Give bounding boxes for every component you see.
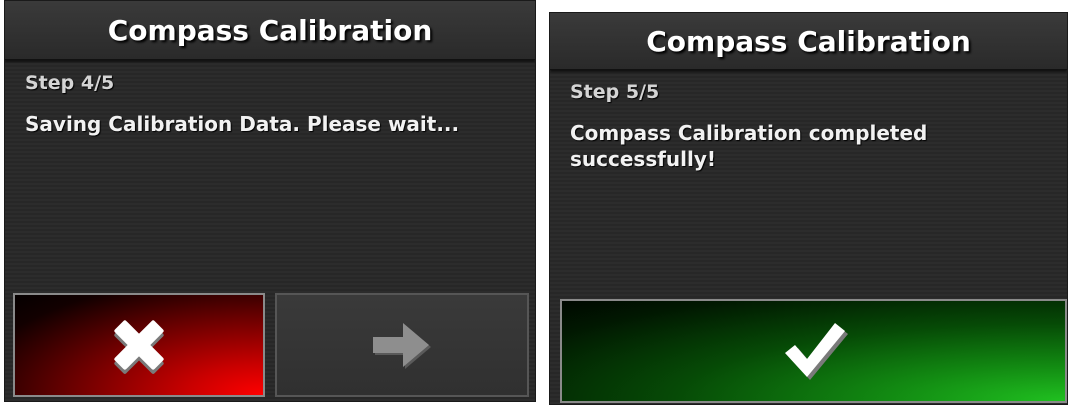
dialog-content: Step 4/5 Saving Calibration Data. Please… (25, 71, 515, 137)
confirm-button[interactable] (560, 299, 1067, 403)
calibration-dialog-step-5: Compass Calibration Step 5/5 Compass Cal… (549, 12, 1068, 405)
checkmark-icon (779, 319, 849, 383)
status-message: Saving Calibration Data. Please wait... (25, 112, 460, 136)
dialog-content: Step 5/5 Compass Calibration completed s… (570, 80, 1047, 172)
status-message: Compass Calibration completed successful… (570, 121, 928, 171)
close-x-icon (104, 310, 174, 380)
calibration-dialog-step-4: Compass Calibration Step 4/5 Saving Cali… (4, 0, 536, 402)
dialog-title: Compass Calibration (550, 13, 1067, 70)
dialog-title: Compass Calibration (5, 1, 535, 60)
step-indicator: Step 4/5 (25, 72, 115, 94)
cancel-button[interactable] (13, 293, 265, 397)
step-indicator: Step 5/5 (570, 81, 660, 103)
arrow-right-icon (369, 317, 435, 373)
next-button[interactable] (275, 293, 529, 397)
